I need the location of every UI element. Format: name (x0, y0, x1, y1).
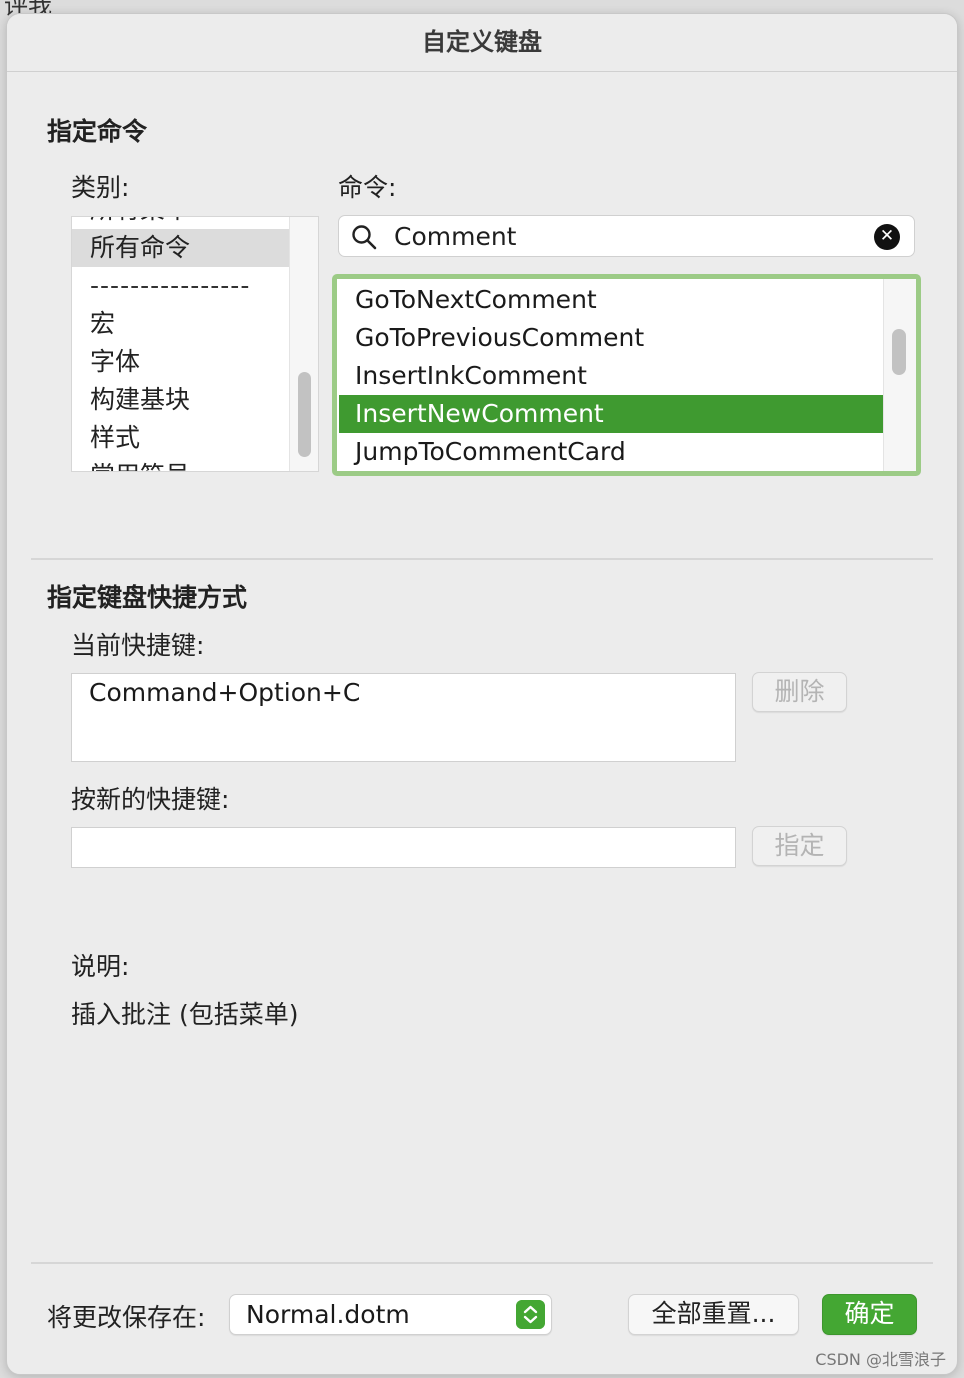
assign-button[interactable]: 指定 (752, 826, 847, 866)
customize-keyboard-dialog: 自定义键盘 指定命令 类别: 命令: 所有菜单 所有命令 -----------… (6, 13, 958, 1375)
assign-command-heading: 指定命令 (47, 117, 148, 146)
command-item[interactable]: GoToPreviousComment (339, 319, 885, 357)
description-text: 插入批注 (包括菜单) (71, 1000, 299, 1029)
command-search-input[interactable]: Comment ✕ (338, 215, 915, 257)
save-in-select[interactable]: Normal.dotm (229, 1294, 552, 1335)
command-item[interactable]: GoToNextComment (339, 281, 885, 319)
command-item-selected[interactable]: InsertNewComment (339, 395, 885, 433)
new-shortcut-label: 按新的快捷键: (71, 785, 230, 814)
category-separator: ---------------- (90, 271, 251, 300)
category-item-fonts[interactable]: 字体 (72, 343, 290, 381)
category-item-common-symbols[interactable]: 常用符号 (72, 457, 290, 471)
dialog-title: 自定义键盘 (7, 14, 957, 72)
commands-list[interactable]: GoToNextComment GoToPreviousComment Inse… (332, 274, 921, 476)
commands-scroll-thumb[interactable] (892, 329, 906, 375)
save-in-value: Normal.dotm (246, 1300, 410, 1329)
assign-shortcut-heading: 指定键盘快捷方式 (47, 583, 248, 612)
new-shortcut-input[interactable] (71, 827, 736, 868)
commands-scrollbar[interactable] (883, 279, 916, 471)
section-divider (31, 558, 933, 560)
categories-scroll-thumb[interactable] (298, 372, 311, 457)
delete-button[interactable]: 删除 (752, 672, 847, 712)
footer-divider (31, 1262, 933, 1264)
categories-label: 类别: (71, 173, 130, 202)
current-shortcut-value[interactable]: Command+Option+C (89, 678, 360, 707)
commands-label: 命令: (338, 173, 397, 202)
categories-scrollbar[interactable] (289, 217, 318, 471)
command-item[interactable]: JumpToCommentCard (339, 433, 885, 471)
categories-list[interactable]: 所有菜单 所有命令 ---------------- 宏 字体 构建基块 样式 … (71, 216, 319, 472)
save-in-label: 将更改保存在: (47, 1303, 206, 1332)
current-shortcut-label: 当前快捷键: (71, 631, 205, 660)
category-item-all-commands[interactable]: 所有命令 (72, 229, 290, 267)
ok-button[interactable]: 确定 (822, 1294, 917, 1335)
current-shortcuts-box[interactable]: Command+Option+C (71, 673, 736, 762)
category-item-building-blocks[interactable]: 构建基块 (72, 381, 290, 419)
search-icon (352, 225, 377, 250)
reset-all-button[interactable]: 全部重置... (628, 1294, 799, 1335)
command-item[interactable]: InsertInkComment (339, 357, 885, 395)
chevron-up-down-icon (516, 1300, 545, 1329)
category-item-macros[interactable]: 宏 (72, 305, 290, 343)
category-item-styles[interactable]: 样式 (72, 419, 290, 457)
watermark: CSDN @北雪浪子 (815, 1350, 946, 1369)
search-value: Comment (394, 222, 517, 251)
category-item-all-menus[interactable]: 所有菜单 (72, 217, 290, 229)
description-label: 说明: (71, 952, 130, 981)
clear-icon[interactable]: ✕ (874, 224, 900, 250)
